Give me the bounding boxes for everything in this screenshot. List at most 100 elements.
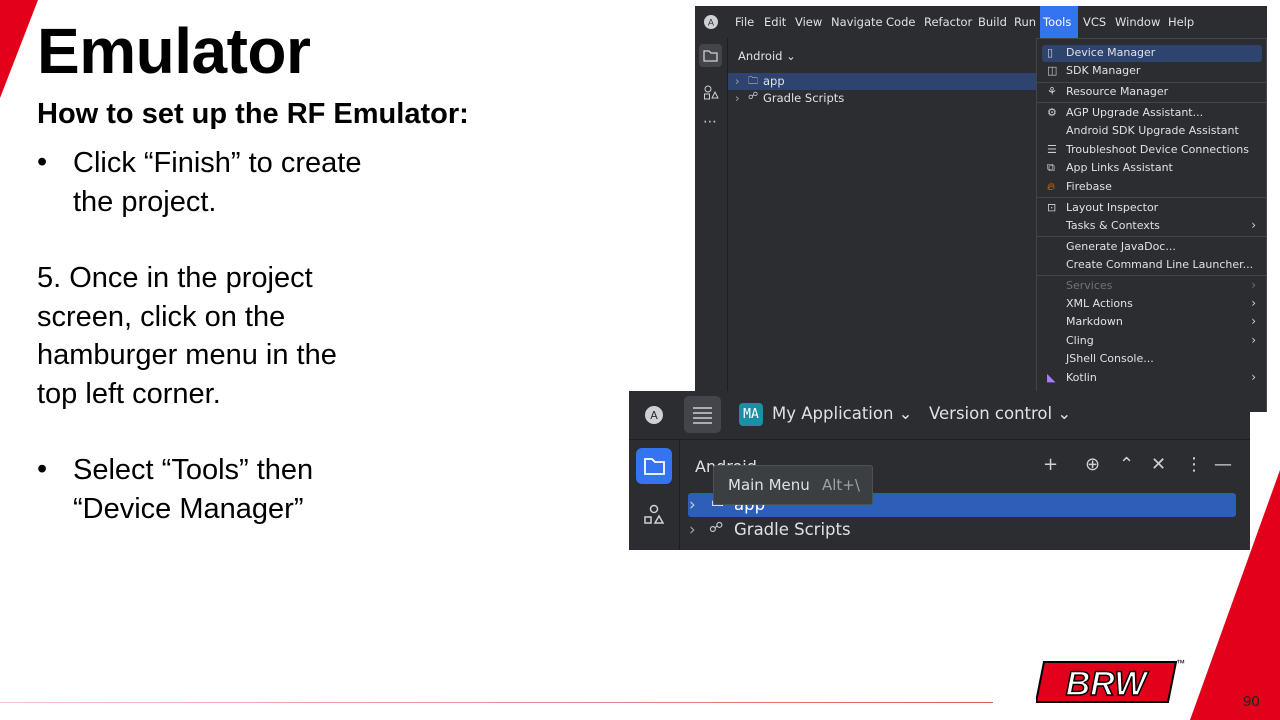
menu-navigate[interactable]: Navigate [831,15,883,29]
menu-separator [1037,236,1266,237]
locate-icon[interactable]: ⊕ [1085,454,1100,475]
menu-refactor[interactable]: Refactor [924,15,972,29]
tool-window-bar: ⋯ [695,38,728,412]
folder-icon [703,50,718,62]
menu-vcs[interactable]: VCS [1083,15,1106,29]
menu-item-tasks-contexts[interactable]: Tasks & Contexts › [1042,218,1262,235]
logo-trademark: ™ [1176,658,1185,668]
menu-item-firebase[interactable]: 🔥︎ Firebase [1042,179,1262,196]
folder-icon [644,458,665,475]
bullet-glyph: • [37,146,48,178]
step-5-line-4: top left corner. [37,378,221,410]
menu-item-xml-actions[interactable]: XML Actions › [1042,296,1262,313]
kotlin-icon: ◣ [1047,371,1056,384]
menu-help[interactable]: Help [1168,15,1194,29]
footer-line [0,702,993,703]
menu-bar: A File Edit View Navigate Code Refactor … [695,6,1267,38]
chevron-right-icon[interactable]: › [689,520,696,539]
menu-window[interactable]: Window [1115,15,1160,29]
step-5-line-2: screen, click on the [37,301,286,333]
menu-tools[interactable]: Tools [1043,15,1071,29]
list-icon: ☰ [1047,143,1057,156]
submenu-arrow-icon: › [1251,370,1256,384]
tree-item-gradle-scripts[interactable]: Gradle Scripts [763,91,844,105]
resource-icon: ⚘ [1047,85,1057,98]
hide-icon[interactable]: — [1214,454,1232,475]
menu-separator [1037,82,1266,83]
menu-item-layout-inspector[interactable]: ⊡ Layout Inspector [1042,200,1262,217]
menu-item-android-sdk-upgrade-assistant[interactable]: Android SDK Upgrade Assistant [1042,123,1262,140]
more-icon[interactable]: ⋯ [703,114,717,130]
module-folder-icon: 🗀 [748,76,758,87]
tree-item-app[interactable]: app [763,74,785,88]
menu-item-resource-manager[interactable]: ⚘ Resource Manager [1042,84,1262,101]
tree-item-gradle-scripts[interactable]: Gradle Scripts [734,520,851,539]
expand-all-icon[interactable]: ⌃ [1119,454,1134,475]
tooltip-label: Main Menu [728,476,810,494]
menu-item-markdown[interactable]: Markdown › [1042,314,1262,331]
title-bar: A MA My Application ⌄ Version control ⌄ [629,391,1250,440]
add-icon[interactable]: + [1043,454,1058,475]
options-icon[interactable]: ⋮ [1185,454,1203,475]
android-studio-logo-icon: A [704,15,718,29]
project-tool-button[interactable] [636,448,672,484]
device-icon: ▯ [1047,46,1054,59]
chevron-right-icon[interactable]: › [735,74,740,88]
menu-item-troubleshoot-device-connections[interactable]: ☰ Troubleshoot Device Connections [1042,142,1262,159]
bullet-1-line-1: Click “Finish” to create [73,147,362,179]
upgrade-icon: ⚙ [1047,106,1057,119]
resource-manager-icon[interactable] [643,504,665,526]
menu-item-cling[interactable]: Cling › [1042,333,1262,350]
submenu-arrow-icon: › [1251,278,1256,292]
ide-tools-menu-screenshot: A File Edit View Navigate Code Refactor … [695,6,1267,412]
step-5-line-3: hamburger menu in the [37,339,337,371]
project-view-selector[interactable]: Android ⌄ [738,49,796,63]
sdk-icon: ◫ [1047,64,1058,77]
menu-item-generate-javadoc[interactable]: Generate JavaDoc... [1042,239,1262,256]
gradle-icon: ☍ [709,520,724,536]
tooltip-shortcut: Alt+\ [822,476,860,494]
chevron-right-icon[interactable]: › [689,495,696,514]
menu-item-agp-upgrade-assistant[interactable]: ⚙ AGP Upgrade Assistant... [1042,105,1262,122]
project-tool-button[interactable] [699,44,722,67]
version-control-selector[interactable]: Version control ⌄ [929,404,1071,423]
menu-build[interactable]: Build [978,15,1007,29]
submenu-arrow-icon: › [1251,314,1256,328]
gradle-icon: ☍ [748,91,759,102]
menu-view[interactable]: View [795,15,822,29]
menu-item-kotlin[interactable]: ◣ Kotlin › [1042,370,1262,387]
android-studio-logo-icon: A [645,406,663,424]
svg-text:A: A [708,19,715,29]
bullet-glyph: • [37,453,48,485]
submenu-arrow-icon: › [1251,333,1256,347]
menu-separator [1037,197,1266,198]
chevron-right-icon[interactable]: › [735,91,740,105]
menu-item-jshell-console[interactable]: JShell Console... [1042,351,1262,368]
submenu-arrow-icon: › [1251,296,1256,310]
slide-subtitle: How to set up the RF Emulator: [37,98,469,130]
menu-item-app-links-assistant[interactable]: ⧉ App Links Assistant [1042,160,1262,177]
menu-item-sdk-manager[interactable]: ◫ SDK Manager [1042,63,1262,80]
slide-title: Emulator [37,15,311,87]
hamburger-menu-icon [693,407,712,424]
menu-item-create-command-line-launcher[interactable]: Create Command Line Launcher... [1042,257,1262,274]
corner-stripe-top-left [0,0,38,98]
menu-run[interactable]: Run [1014,15,1036,29]
brw-logo: BRW ™ [1034,658,1185,704]
project-badge: MA [739,403,763,426]
project-selector[interactable]: My Application ⌄ [772,404,913,423]
page-number: 90 [1243,693,1260,710]
menu-item-device-manager[interactable]: ▯ Device Manager [1042,45,1262,62]
firebase-icon: 🔥︎ [1047,180,1056,193]
main-menu-tooltip: Main Menu Alt+\ [713,465,873,505]
menu-edit[interactable]: Edit [764,15,786,29]
svg-text:BRW: BRW [1066,665,1149,703]
main-menu-button[interactable] [684,396,721,433]
submenu-arrow-icon: › [1251,218,1256,232]
menu-file[interactable]: File [735,15,754,29]
menu-code[interactable]: Code [886,15,915,29]
bullet-2-line-2: “Device Manager” [73,493,304,525]
step-5-line-1: 5. Once in the project [37,262,313,294]
resource-manager-icon[interactable] [703,84,719,100]
collapse-all-icon[interactable]: ✕ [1151,454,1166,475]
